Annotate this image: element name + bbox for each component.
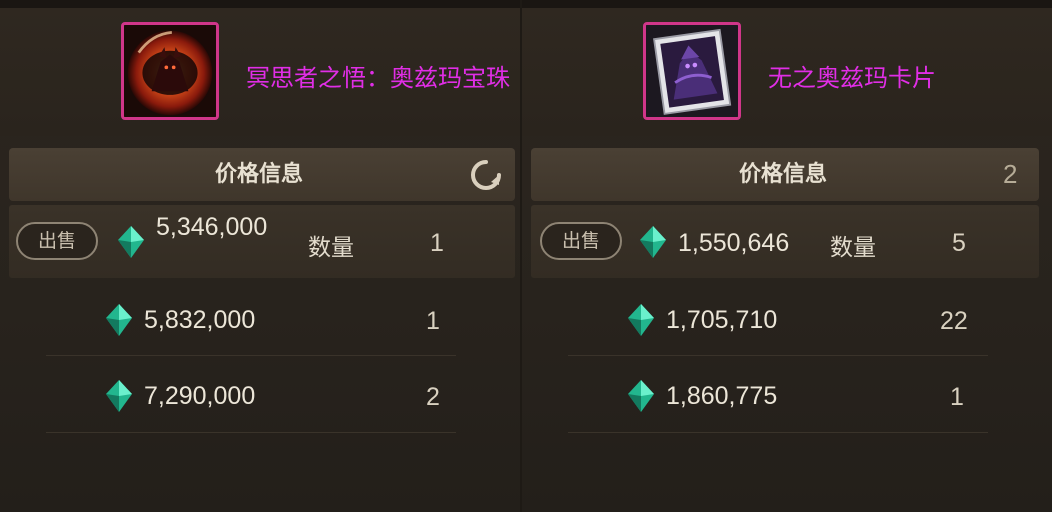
listing-price: 5,832,000 [144,306,256,334]
listing-quantity: 1 [430,229,444,257]
listing-quantity: 5 [952,229,966,257]
price-info-title: 价格信息 [739,162,828,187]
price-info-header: 价格信息 [9,148,515,201]
gem-icon [118,226,144,258]
listing-price: 1,550,646 [678,229,790,257]
eye-orb-icon[interactable] [121,22,219,120]
panel-top-border [522,0,1052,8]
sell-button[interactable]: 出售 [16,222,98,260]
right-market-panel: 无之奥兹玛卡片 价格信息 2 出售 1,550,646 数量 5 1,705,7… [522,0,1052,512]
gem-icon [640,226,666,258]
row-divider [46,432,456,433]
listing-price: 5,346,000 [156,213,268,241]
ozma-card-icon[interactable] [643,22,741,120]
listing-quantity: 1 [426,307,440,335]
listing-quantity: 2 [426,383,440,411]
row-divider [46,355,456,356]
left-market-panel: 冥思者之悟：奥兹玛宝珠 价格信息 出售 5,346,000 数量 1 5,832… [0,0,520,512]
gem-icon [106,380,132,412]
gem-icon [628,380,654,412]
listing-price: 7,290,000 [144,382,256,410]
panel-top-border [0,0,520,8]
quantity-label: 数量 [308,235,354,261]
gem-icon [628,304,654,336]
row-divider [568,432,988,433]
price-info-title: 价格信息 [215,162,304,187]
item-name: 无之奥兹玛卡片 [768,64,936,92]
listing-quantity: 1 [950,383,964,411]
quantity-label: 数量 [830,235,876,261]
refresh-icon[interactable] [469,158,503,192]
item-name: 冥思者之悟：奥兹玛宝珠 [246,64,510,92]
sell-button[interactable]: 出售 [540,222,622,260]
listing-quantity: 22 [940,307,968,335]
listing-count: 2 [1003,159,1018,189]
row-divider [568,355,988,356]
listing-price: 1,860,775 [666,382,778,410]
listing-price: 1,705,710 [666,306,778,334]
price-info-header: 价格信息 2 [531,148,1039,201]
gem-icon [106,304,132,336]
